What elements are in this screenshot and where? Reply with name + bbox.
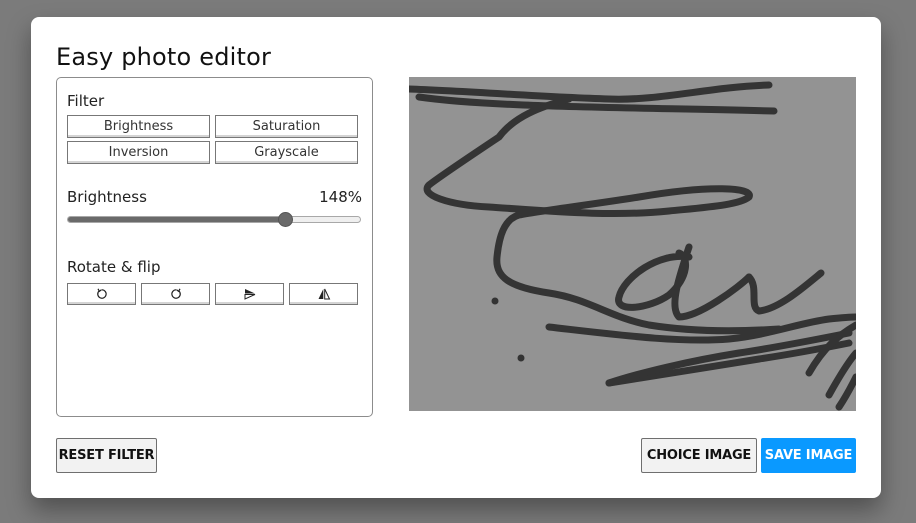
flip-horizontal-icon [244, 289, 255, 300]
filter-heading: Filter [67, 92, 105, 110]
save-image-button[interactable]: SAVE IMAGE [761, 438, 856, 473]
reset-filter-button[interactable]: RESET FILTER [56, 438, 157, 473]
rotate-left-icon [96, 288, 107, 299]
brightness-slider[interactable] [67, 212, 361, 227]
choose-image-button[interactable]: CHOICE IMAGE [641, 438, 757, 473]
rotate-right-button[interactable] [141, 283, 210, 305]
editor-card: Easy photo editor Filter Brightness Satu… [31, 17, 881, 498]
filter-inversion-button[interactable]: Inversion [67, 141, 210, 164]
flip-vertical-icon [318, 288, 330, 300]
rotate-flip-heading: Rotate & flip [67, 258, 161, 276]
page-title: Easy photo editor [56, 43, 272, 71]
slider-fill [68, 217, 285, 222]
image-preview [409, 77, 856, 411]
flip-vertical-button[interactable] [289, 283, 358, 305]
rotate-flip-buttons [67, 283, 358, 305]
rotate-right-icon [170, 288, 181, 299]
flip-horizontal-button[interactable] [215, 283, 284, 305]
slider-track[interactable] [67, 216, 361, 223]
slider-value: 148% [319, 188, 362, 206]
slider-thumb[interactable] [277, 212, 293, 227]
filter-grayscale-button[interactable]: Grayscale [215, 141, 358, 164]
filter-saturation-button[interactable]: Saturation [215, 115, 358, 138]
filter-brightness-button[interactable]: Brightness [67, 115, 210, 138]
filter-options: Brightness Saturation Inversion Grayscal… [67, 115, 358, 164]
controls-panel: Filter Brightness Saturation Inversion G… [56, 77, 373, 417]
rotate-left-button[interactable] [67, 283, 136, 305]
preview-image [409, 81, 856, 411]
slider-label: Brightness [67, 188, 147, 206]
